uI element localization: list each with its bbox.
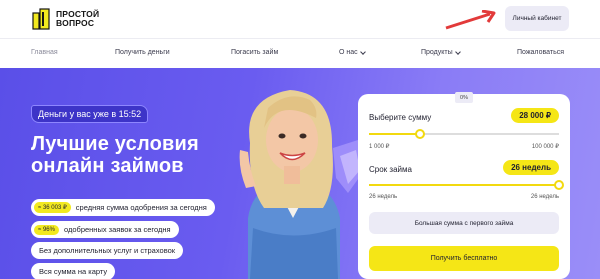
nav-item-home[interactable]: Главная — [31, 49, 58, 56]
header: ПРОСТОЙ ВОПРОС Личный кабинет — [0, 0, 600, 38]
logo-icon — [32, 7, 52, 31]
term-slider-fill — [369, 184, 559, 186]
main-nav: Главная Получить деньги Погасить займ О … — [0, 38, 600, 68]
feature-avg-amount: ≈ 36 003 ₽ средняя сумма одобрения за се… — [31, 199, 215, 216]
term-slider-thumb[interactable] — [554, 180, 564, 190]
nav-item-label: Получить деньги — [115, 49, 170, 56]
amount-slider[interactable] — [369, 129, 559, 139]
feature-text: средняя сумма одобрения за сегодня — [75, 203, 207, 212]
amount-max: 100 000 ₽ — [531, 144, 559, 150]
nav-item-label: Пожаловаться — [517, 49, 565, 56]
loan-calculator-card: 0% Выберите сумму 28 000 ₽ 1 000 ₽ 100 0… — [358, 92, 570, 279]
feature-pill: ≈ 96% — [34, 224, 59, 235]
chevron-down-icon — [454, 48, 461, 55]
nav-item-label: Погасить займ — [231, 49, 279, 56]
amount-value: 28 000 ₽ — [511, 108, 559, 123]
hero-title: Лучшие условия онлайн займов — [31, 133, 199, 177]
term-value: 26 недель — [503, 160, 559, 175]
amount-label: Выберите сумму — [369, 113, 432, 122]
term-min: 26 недель — [369, 194, 398, 200]
nav-item-label: Продукты — [421, 49, 453, 56]
term-label: Срок займа — [369, 165, 412, 174]
woman-photo — [239, 90, 340, 279]
get-free-button[interactable]: Получить бесплатно — [369, 246, 559, 271]
nav-item-get-money[interactable]: Получить деньги — [115, 49, 170, 56]
bigger-amount-button[interactable]: Большая сумма с первого займа — [369, 212, 559, 234]
nav-item-complain[interactable]: Пожаловаться — [517, 49, 564, 56]
feature-text: Вся сумма на карту — [39, 267, 108, 276]
hero-title-line2: онлайн займов — [31, 155, 184, 177]
percent-tag: 0% — [455, 92, 473, 103]
nav-item-label: О нас — [339, 49, 358, 56]
nav-item-about[interactable]: О нас — [339, 48, 366, 56]
amount-slider-fill — [369, 133, 420, 135]
time-badge: Деньги у вас уже в 15:52 — [31, 105, 149, 123]
chevron-down-icon — [359, 48, 366, 55]
feature-text: Без дополнительных услуг и страховок — [39, 246, 176, 255]
hero-section: Деньги у вас уже в 15:52 Лучшие условия … — [0, 68, 600, 279]
nav-item-repay-loan[interactable]: Погасить займ — [231, 49, 278, 56]
personal-account-button[interactable]: Личный кабинет — [505, 6, 569, 31]
logo-text: ПРОСТОЙ ВОПРОС — [56, 9, 100, 28]
term-slider[interactable] — [369, 180, 564, 190]
logo[interactable]: ПРОСТОЙ ВОПРОС — [32, 7, 108, 31]
term-max: 26 недель — [530, 194, 559, 200]
feature-approval-rate: ≈ 96% одобренных заявок за сегодня — [31, 221, 179, 238]
feature-text: одобренных заявок за сегодня — [63, 225, 171, 234]
nav-item-label: Главная — [31, 49, 58, 56]
feature-full-amount: Вся сумма на карту — [31, 263, 116, 279]
hero-title-line1: Лучшие условия — [31, 133, 199, 155]
feature-pill: ≈ 36 003 ₽ — [34, 202, 71, 213]
amount-slider-thumb[interactable] — [415, 129, 425, 139]
feature-no-extras: Без дополнительных услуг и страховок — [31, 242, 184, 259]
amount-min: 1 000 ₽ — [369, 144, 390, 150]
nav-item-products[interactable]: Продукты — [421, 48, 461, 56]
arrow-annotation-icon — [445, 10, 496, 30]
